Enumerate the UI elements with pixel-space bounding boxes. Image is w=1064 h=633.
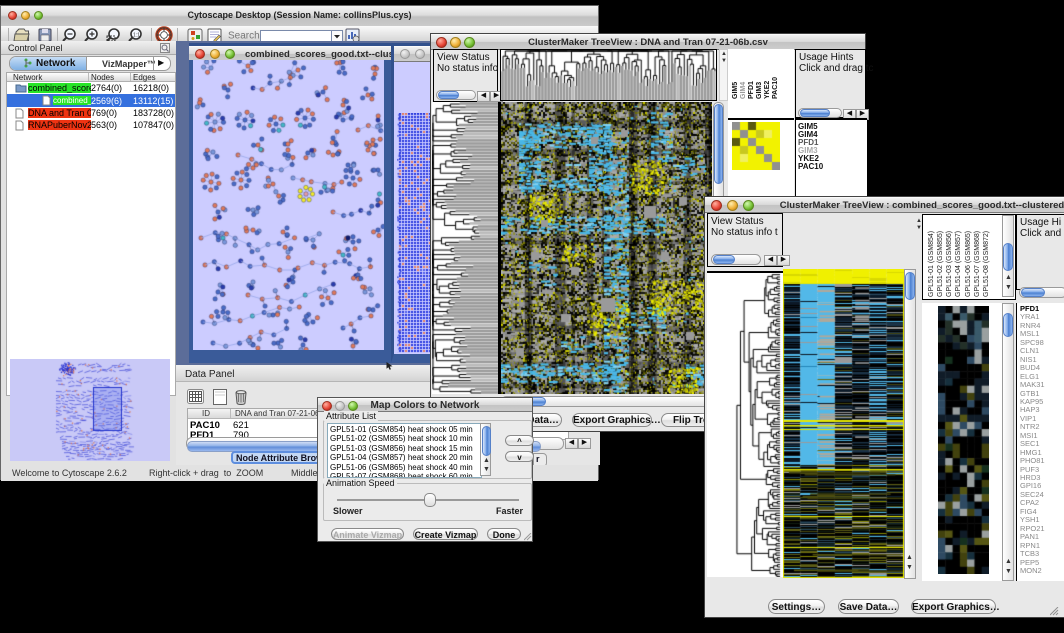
svg-text:1:1: 1:1 [133,33,140,39]
svg-text:Search:: Search: [228,31,262,42]
